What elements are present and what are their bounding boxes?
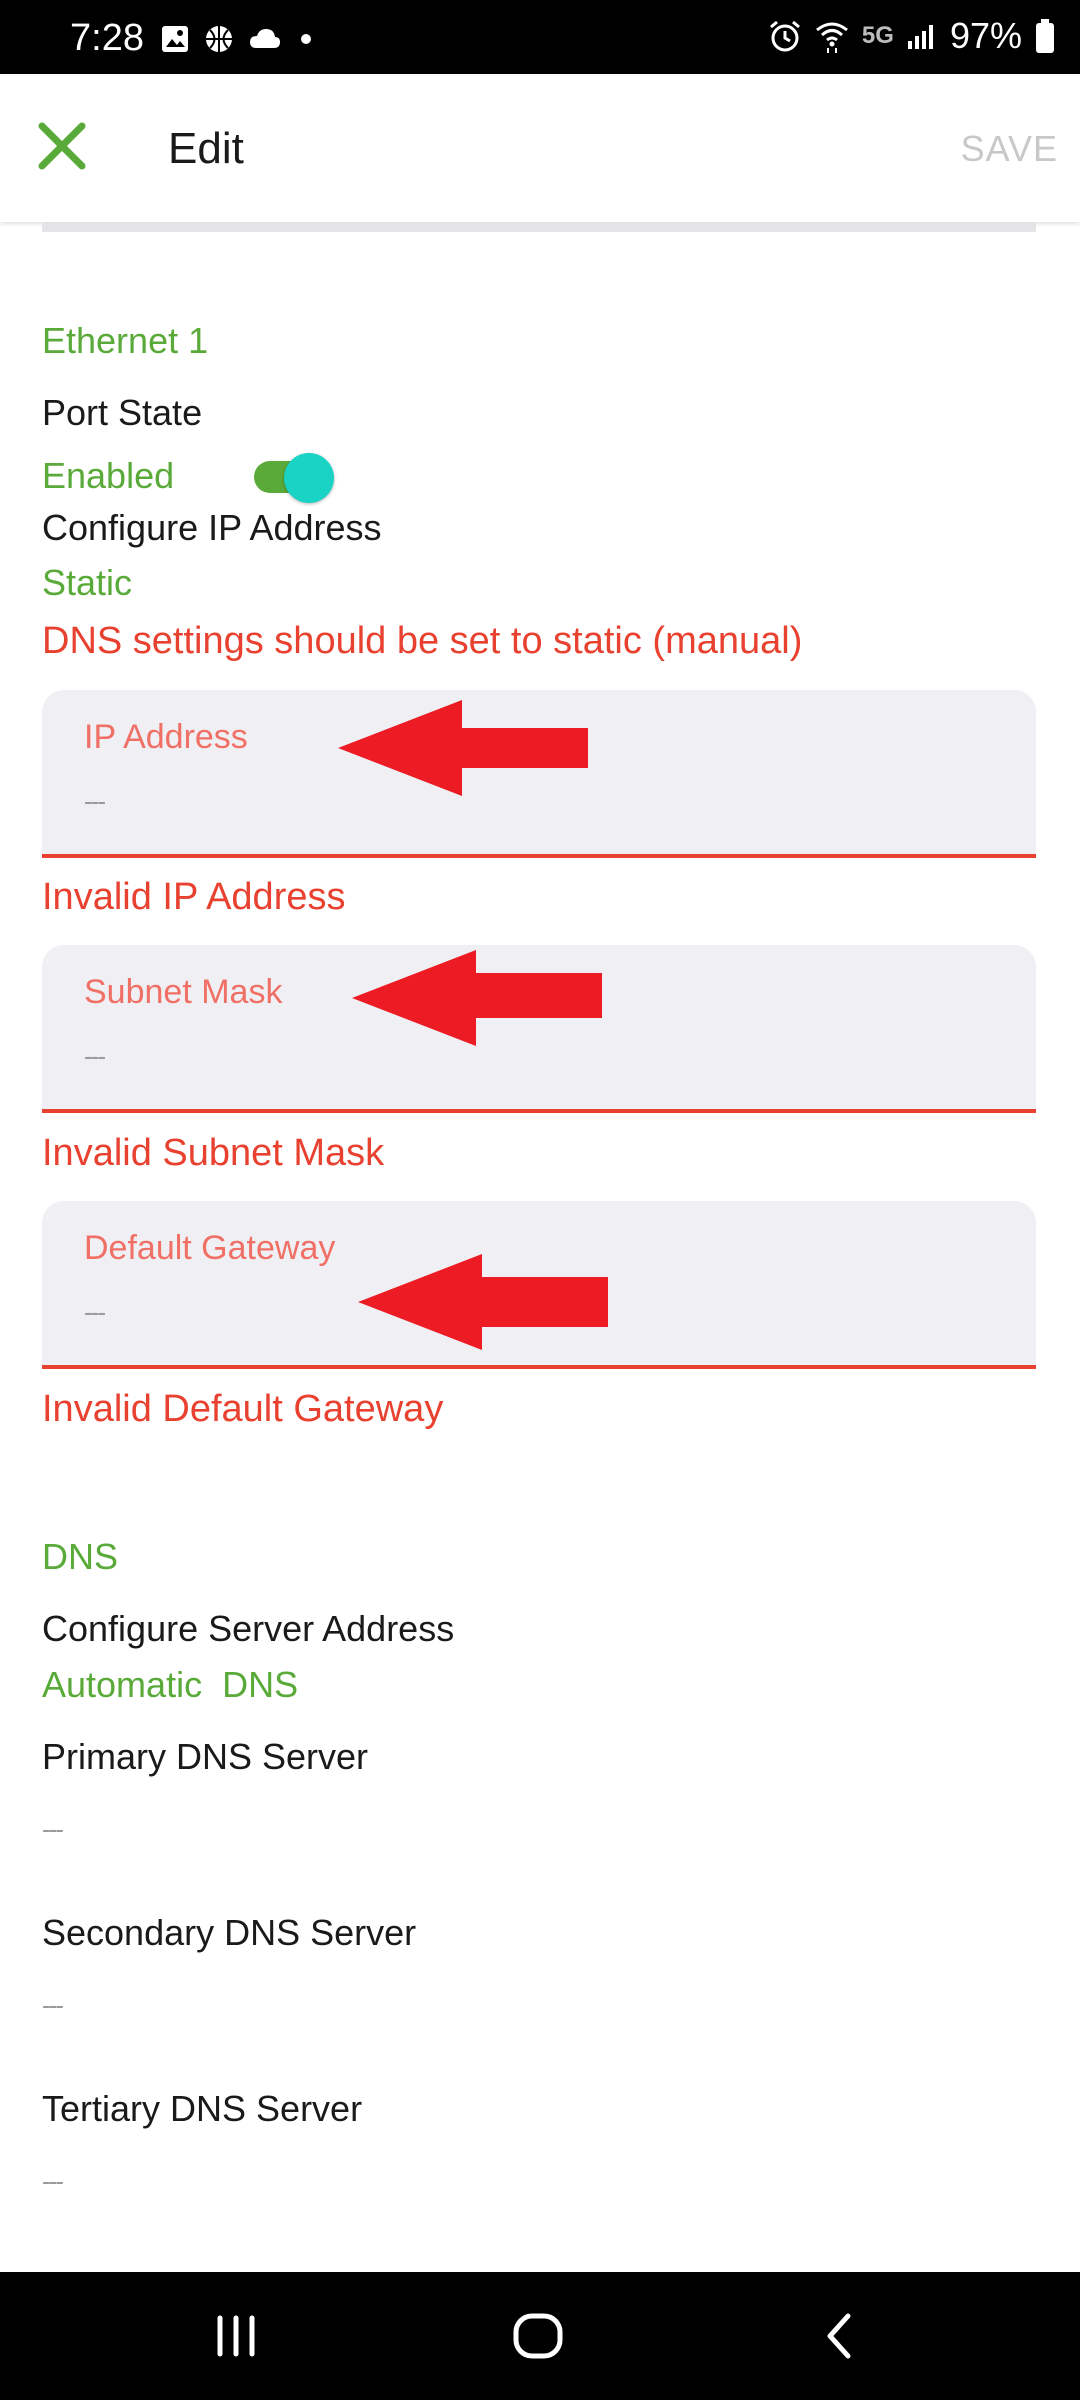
home-icon[interactable] <box>508 2306 568 2366</box>
image-icon <box>162 26 188 52</box>
dot-icon <box>301 34 311 44</box>
port-state-value: Enabled <box>42 455 175 496</box>
basketball-icon <box>206 26 232 52</box>
back-icon[interactable] <box>810 2306 870 2366</box>
ip-address-value[interactable]: --- <box>84 786 106 817</box>
divider <box>42 222 1036 232</box>
default-gateway-error: Invalid Default Gateway <box>42 1388 444 1430</box>
network-type: 5G <box>861 22 894 49</box>
tertiary-dns-value[interactable]: --- <box>42 2166 64 2197</box>
ip-address-label: IP Address <box>84 718 248 756</box>
default-gateway-value[interactable]: --- <box>84 1297 106 1328</box>
status-bar: 7:28 5G 97% <box>0 0 1080 74</box>
configure-ip-label[interactable]: Configure IP Address <box>42 507 382 549</box>
page-title: Edit <box>168 124 244 173</box>
primary-dns-label: Primary DNS Server <box>42 1736 369 1777</box>
tertiary-dns-label: Tertiary DNS Server <box>42 2088 363 2129</box>
secondary-dns-value[interactable]: --- <box>42 1990 64 2021</box>
toggle-thumb <box>284 453 334 503</box>
section-title-dns: DNS <box>42 1536 119 1577</box>
primary-dns-value[interactable]: --- <box>42 1814 64 1845</box>
secondary-dns-label: Secondary DNS Server <box>42 1912 417 1953</box>
signal-icon <box>907 25 933 49</box>
save-button[interactable]: SAVE <box>961 128 1058 170</box>
subnet-mask-error: Invalid Subnet Mask <box>42 1132 385 1174</box>
dns-warning: DNS settings should be set to static (ma… <box>42 620 803 662</box>
subnet-mask-value[interactable]: --- <box>84 1041 106 1072</box>
alarm-icon <box>769 20 800 52</box>
recent-apps-icon[interactable] <box>206 2306 266 2366</box>
port-state-toggle[interactable] <box>254 453 338 503</box>
navigation-bar <box>0 2272 1080 2400</box>
configure-server-label[interactable]: Configure Server Address <box>42 1608 454 1650</box>
left-arrow-icon <box>338 700 588 796</box>
configure-ip-value[interactable]: Static <box>42 562 132 604</box>
status-time: 7:28 <box>70 17 144 59</box>
battery-icon <box>1036 19 1054 53</box>
cloud-icon <box>250 29 280 48</box>
left-arrow-icon <box>352 950 602 1046</box>
wifi-icon <box>815 22 848 53</box>
default-gateway-label: Default Gateway <box>84 1229 336 1267</box>
ip-address-error: Invalid IP Address <box>42 876 346 918</box>
battery-percent: 97% <box>949 15 1022 56</box>
section-title-ethernet: Ethernet 1 <box>42 320 209 361</box>
configure-server-value[interactable]: Automatic DNS <box>42 1664 298 1706</box>
subnet-mask-label: Subnet Mask <box>84 973 283 1011</box>
port-state-label: Port State <box>42 392 203 433</box>
left-arrow-icon <box>358 1254 608 1350</box>
app-bar: Edit SAVE <box>0 74 1080 222</box>
close-icon[interactable] <box>34 118 90 174</box>
